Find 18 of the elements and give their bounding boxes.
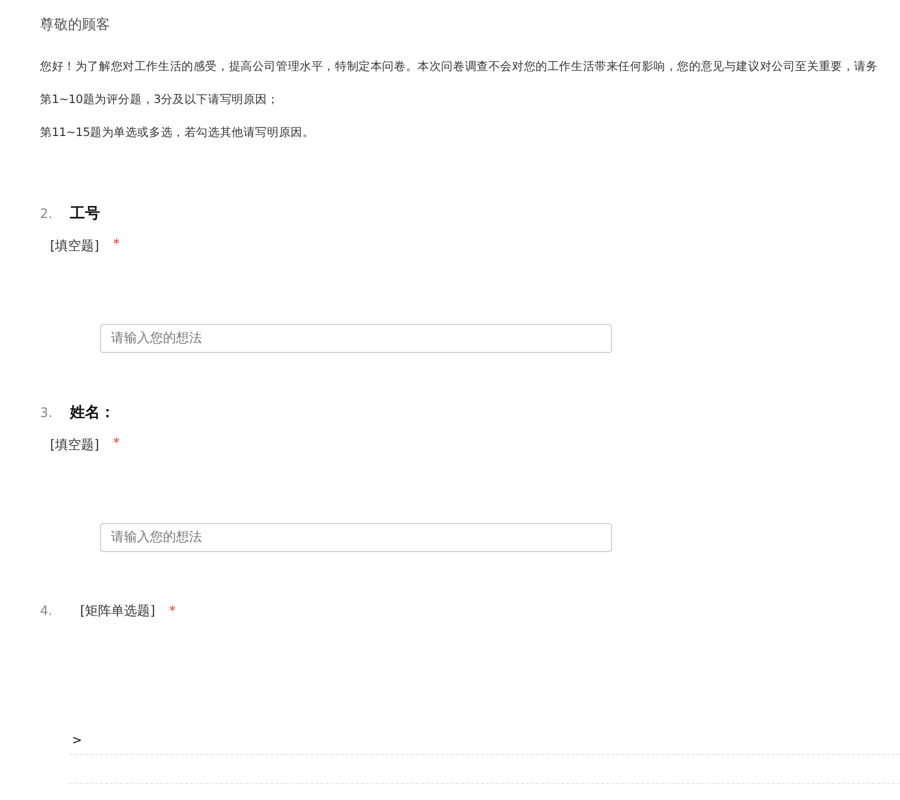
question-number: 2. [40,207,54,222]
greeting-heading: 尊敬的顾客 [40,16,111,35]
matrix-row-label: > [71,733,82,747]
question-type: [填空题] [50,238,100,255]
question-type: [矩阵单选题] [80,603,156,620]
intro-text: 第1~10题为评分题，3分及以下请写明原因； [40,91,280,108]
question-title: 姓名： [70,403,115,422]
question-title: 工号 [70,204,100,223]
question-type: [填空题] [50,437,100,454]
intro-text: 第11~15题为单选或多选，若勾选其他请写明原因。 [40,124,316,141]
required-mark: * [113,237,120,254]
required-mark: * [169,604,176,619]
required-mark: * [113,436,120,453]
intro-text: 您好！为了解您对工作生活的感受，提高公司管理水平，特制定本问卷。本次问卷调查不会对您的工作生活带来任何影响，您的意见与建议对公司至关重要，请务 [40,58,879,75]
input-field[interactable]: 请输入您的想法 [100,523,612,552]
question-number: 3. [40,406,54,421]
question-number: 4. [40,604,54,619]
input-field[interactable]: 请输入您的想法 [100,324,612,353]
